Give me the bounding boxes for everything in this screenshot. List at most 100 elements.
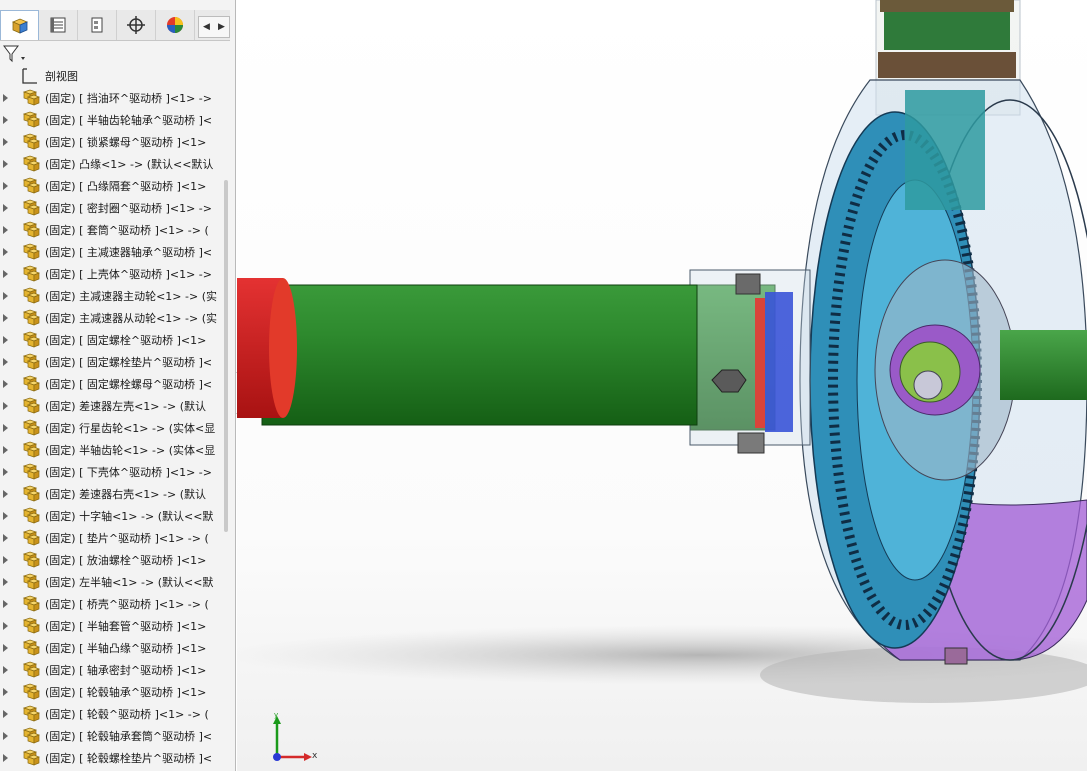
tree-item-label: (固定) [ 放油螺栓^驱动桥 ]<1> xyxy=(45,554,207,567)
expand-arrow-icon[interactable] xyxy=(3,358,8,366)
red-seal xyxy=(755,298,765,428)
expand-arrow-icon[interactable] xyxy=(3,182,8,190)
expand-arrow-icon[interactable] xyxy=(3,754,8,762)
tree-item[interactable]: (固定) 半轴齿轮<1> -> (实体<显 xyxy=(0,439,226,461)
tree-item[interactable]: (固定) 十字轴<1> -> (默认<<默 xyxy=(0,505,226,527)
expand-arrow-icon[interactable] xyxy=(3,578,8,586)
tree-item[interactable]: (固定) [ 半轴齿轮轴承^驱动桥 ]< xyxy=(0,109,226,131)
expand-arrow-icon[interactable] xyxy=(3,116,8,124)
expand-arrow-icon[interactable] xyxy=(3,644,8,652)
expand-arrow-icon[interactable] xyxy=(3,160,8,168)
tree-item[interactable]: (固定) 差速器左壳<1> -> (默认 xyxy=(0,395,226,417)
tree-item[interactable]: (固定) [ 轮毂^驱动桥 ]<1> -> ( xyxy=(0,703,226,725)
part-icon xyxy=(22,683,40,700)
expand-arrow-icon[interactable] xyxy=(3,534,8,542)
tree-item[interactable]: (固定) [ 上壳体^驱动桥 ]<1> -> xyxy=(0,263,226,285)
expand-arrow-icon[interactable] xyxy=(3,710,8,718)
tree-item[interactable]: (固定) [ 主减速器轴承^驱动桥 ]< xyxy=(0,241,226,263)
tree-item[interactable]: (固定) [ 轮毂轴承^驱动桥 ]<1> xyxy=(0,681,226,703)
tree-item-label: (固定) [ 挡油环^驱动桥 ]<1> -> xyxy=(45,92,212,105)
expand-arrow-icon[interactable] xyxy=(3,314,8,322)
tab-display-manager[interactable] xyxy=(156,10,195,40)
tree-item-section-view[interactable]: 剖视图 xyxy=(0,65,226,87)
tree-item[interactable]: (固定) 行星齿轮<1> -> (实体<显 xyxy=(0,417,226,439)
assembly-model xyxy=(237,0,1087,703)
expand-arrow-icon[interactable] xyxy=(3,248,8,256)
tree-item[interactable]: (固定) 主减速器从动轮<1> -> (实 xyxy=(0,307,226,329)
expand-arrow-icon[interactable] xyxy=(3,600,8,608)
tree-item-label: (固定) [ 半轴齿轮轴承^驱动桥 ]< xyxy=(45,114,213,127)
part-icon xyxy=(22,551,40,568)
tree-item[interactable]: (固定) 差速器右壳<1> -> (默认 xyxy=(0,483,226,505)
expand-arrow-icon[interactable] xyxy=(3,204,8,212)
part-icon xyxy=(22,375,40,392)
expand-arrow-icon[interactable] xyxy=(3,424,8,432)
expand-arrow-icon[interactable] xyxy=(3,468,8,476)
part-icon xyxy=(22,265,40,282)
tree-item[interactable]: (固定) [ 固定螺栓垫片^驱动桥 ]< xyxy=(0,351,226,373)
triad-x-label: x xyxy=(312,751,318,761)
tree-item[interactable]: (固定) [ 固定螺栓^驱动桥 ]<1> xyxy=(0,329,226,351)
filter-button[interactable] xyxy=(2,44,32,64)
expand-arrow-icon[interactable] xyxy=(3,512,8,520)
tab-feature-manager[interactable] xyxy=(0,10,39,40)
tree-item[interactable]: (固定) [ 垫片^驱动桥 ]<1> -> ( xyxy=(0,527,226,549)
expand-arrow-icon[interactable] xyxy=(3,490,8,498)
tab-dimxpert-manager[interactable] xyxy=(117,10,156,40)
tree-item-label: (固定) 主减速器主动轮<1> -> (实 xyxy=(45,290,217,303)
tree-item-label: (固定) [ 固定螺栓^驱动桥 ]<1> xyxy=(45,334,207,347)
tree-item[interactable]: (固定) [ 轮毂轴承套筒^驱动桥 ]< xyxy=(0,725,226,747)
tree-item[interactable]: (固定) [ 固定螺栓螺母^驱动桥 ]< xyxy=(0,373,226,395)
expand-arrow-icon[interactable] xyxy=(3,666,8,674)
part-icon xyxy=(22,705,40,722)
tree-scrollbar[interactable] xyxy=(224,180,228,532)
expand-arrow-icon[interactable] xyxy=(3,380,8,388)
flange-red-end xyxy=(269,278,297,418)
tree-item[interactable]: (固定) [ 轮毂螺栓垫片^驱动桥 ]< xyxy=(0,747,226,769)
expand-arrow-icon[interactable] xyxy=(3,732,8,740)
tree-item[interactable]: (固定) [ 套筒^驱动桥 ]<1> -> ( xyxy=(0,219,226,241)
tree-item[interactable]: (固定) 凸缘<1> -> (默认<<默认 xyxy=(0,153,226,175)
expand-arrow-icon[interactable] xyxy=(3,688,8,696)
tree-item-label: (固定) 差速器右壳<1> -> (默认 xyxy=(45,488,206,501)
drain-bolt xyxy=(944,647,968,665)
scroll-right-icon[interactable]: ▶ xyxy=(214,17,229,37)
upper-shaft-ring xyxy=(878,52,1016,78)
tree-item[interactable]: (固定) [ 半轴凸缘^驱动桥 ]<1> xyxy=(0,637,226,659)
tab-property-manager[interactable] xyxy=(39,10,78,40)
expand-arrow-icon[interactable] xyxy=(3,622,8,630)
tree-item[interactable]: (固定) [ 凸缘隔套^驱动桥 ]<1> xyxy=(0,175,226,197)
part-icon xyxy=(22,221,40,238)
upper-shaft-body xyxy=(884,12,1010,50)
tree-item[interactable]: (固定) [ 桥壳^驱动桥 ]<1> -> ( xyxy=(0,593,226,615)
expand-arrow-icon[interactable] xyxy=(3,556,8,564)
tree-item[interactable]: (固定) [ 挡油环^驱动桥 ]<1> -> xyxy=(0,87,226,109)
expand-arrow-icon[interactable] xyxy=(3,270,8,278)
expand-arrow-icon[interactable] xyxy=(3,402,8,410)
tab-configuration-manager[interactable] xyxy=(78,10,117,40)
tree-item-label: (固定) [ 凸缘隔套^驱动桥 ]<1> xyxy=(45,180,207,193)
part-icon xyxy=(22,661,40,678)
tree-item[interactable]: (固定) 左半轴<1> -> (默认<<默 xyxy=(0,571,226,593)
spider-center xyxy=(913,370,943,400)
tree-item-label: (固定) [ 轮毂螺栓垫片^驱动桥 ]< xyxy=(45,752,213,765)
tree-item[interactable]: (固定) [ 轴承密封^驱动桥 ]<1> xyxy=(0,659,226,681)
expand-arrow-icon[interactable] xyxy=(3,446,8,454)
expand-arrow-icon[interactable] xyxy=(3,94,8,102)
expand-arrow-icon[interactable] xyxy=(3,138,8,146)
scroll-left-icon[interactable]: ◀ xyxy=(199,17,214,37)
expand-arrow-icon[interactable] xyxy=(3,292,8,300)
feature-manager-icon xyxy=(11,18,28,34)
tree-item[interactable]: (固定) [ 半轴套管^驱动桥 ]<1> xyxy=(0,615,226,637)
tree-item[interactable]: (固定) [ 放油螺栓^驱动桥 ]<1> xyxy=(0,549,226,571)
expand-arrow-icon[interactable] xyxy=(3,336,8,344)
tree-item-label: (固定) [ 固定螺栓垫片^驱动桥 ]< xyxy=(45,356,213,369)
tree-item[interactable]: (固定) [ 密封圈^驱动桥 ]<1> -> xyxy=(0,197,226,219)
expand-arrow-icon[interactable] xyxy=(3,226,8,234)
tree-item[interactable]: (固定) 主减速器主动轮<1> -> (实 xyxy=(0,285,226,307)
triad-x-arrow xyxy=(304,753,312,761)
tree-item[interactable]: (固定) [ 下壳体^驱动桥 ]<1> -> xyxy=(0,461,226,483)
tree-item-label: (固定) [ 垫片^驱动桥 ]<1> -> ( xyxy=(45,532,209,545)
tree-item[interactable]: (固定) [ 锁紧螺母^驱动桥 ]<1> xyxy=(0,131,226,153)
graphics-viewport[interactable] xyxy=(237,0,1087,771)
